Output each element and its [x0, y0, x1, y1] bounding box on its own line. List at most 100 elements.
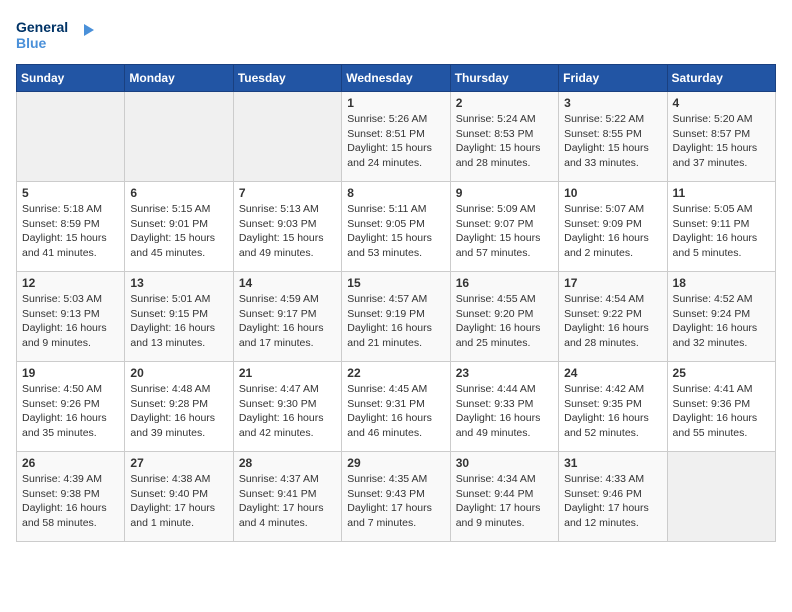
day-number: 1 [347, 96, 444, 110]
calendar-cell: 4 Sunrise: 5:20 AM Sunset: 8:57 PM Daylig… [667, 92, 775, 182]
calendar-cell: 24 Sunrise: 4:42 AM Sunset: 9:35 PM Dayli… [559, 362, 667, 452]
header-wednesday: Wednesday [342, 65, 450, 92]
calendar-cell: 31 Sunrise: 4:33 AM Sunset: 9:46 PM Dayli… [559, 452, 667, 542]
header-tuesday: Tuesday [233, 65, 341, 92]
day-info: Sunrise: 4:52 AM Sunset: 9:24 PM Dayligh… [673, 292, 770, 351]
day-number: 31 [564, 456, 661, 470]
day-info: Sunrise: 5:18 AM Sunset: 8:59 PM Dayligh… [22, 202, 119, 261]
day-number: 14 [239, 276, 336, 290]
day-number: 30 [456, 456, 553, 470]
calendar-cell: 14 Sunrise: 4:59 AM Sunset: 9:17 PM Dayli… [233, 272, 341, 362]
calendar-cell: 3 Sunrise: 5:22 AM Sunset: 8:55 PM Daylig… [559, 92, 667, 182]
day-number: 15 [347, 276, 444, 290]
logo: General Blue [16, 16, 96, 56]
logo-svg: General Blue [16, 16, 96, 56]
calendar-cell: 12 Sunrise: 5:03 AM Sunset: 9:13 PM Dayli… [17, 272, 125, 362]
calendar-cell: 17Sunrise: 4:54 AM Sunset: 9:22 PM Dayli… [559, 272, 667, 362]
day-number: 3 [564, 96, 661, 110]
calendar-cell: 30 Sunrise: 4:34 AM Sunset: 9:44 PM Dayli… [450, 452, 558, 542]
day-info: Sunrise: 4:35 AM Sunset: 9:43 PM Dayligh… [347, 472, 444, 531]
day-info: Sunrise: 4:33 AM Sunset: 9:46 PM Dayligh… [564, 472, 661, 531]
day-info: Sunrise: 5:03 AM Sunset: 9:13 PM Dayligh… [22, 292, 119, 351]
calendar-cell: 23Sunrise: 4:44 AM Sunset: 9:33 PM Dayli… [450, 362, 558, 452]
calendar-cell: 6 Sunrise: 5:15 AM Sunset: 9:01 PM Daylig… [125, 182, 233, 272]
day-info: Sunrise: 5:01 AM Sunset: 9:15 PM Dayligh… [130, 292, 227, 351]
calendar-cell: 22Sunrise: 4:45 AM Sunset: 9:31 PM Dayli… [342, 362, 450, 452]
calendar-cell: 10 Sunrise: 5:07 AM Sunset: 9:09 PM Dayli… [559, 182, 667, 272]
day-info: Sunrise: 4:39 AM Sunset: 9:38 PM Dayligh… [22, 472, 119, 531]
day-info: Sunrise: 5:24 AM Sunset: 8:53 PM Dayligh… [456, 112, 553, 171]
day-info: Sunrise: 4:41 AM Sunset: 9:36 PM Dayligh… [673, 382, 770, 441]
day-number: 11 [673, 186, 770, 200]
day-number: 20 [130, 366, 227, 380]
calendar-week-row: 19Sunrise: 4:50 AM Sunset: 9:26 PM Dayli… [17, 362, 776, 452]
header-friday: Friday [559, 65, 667, 92]
calendar-week-row: 26 Sunrise: 4:39 AM Sunset: 9:38 PM Dayli… [17, 452, 776, 542]
calendar-cell: 29 Sunrise: 4:35 AM Sunset: 9:43 PM Dayli… [342, 452, 450, 542]
calendar-cell [17, 92, 125, 182]
day-info: Sunrise: 4:59 AM Sunset: 9:17 PM Dayligh… [239, 292, 336, 351]
day-number: 25 [673, 366, 770, 380]
day-info: Sunrise: 5:15 AM Sunset: 9:01 PM Dayligh… [130, 202, 227, 261]
day-info: Sunrise: 5:13 AM Sunset: 9:03 PM Dayligh… [239, 202, 336, 261]
day-number: 26 [22, 456, 119, 470]
day-number: 9 [456, 186, 553, 200]
calendar-cell: 21Sunrise: 4:47 AM Sunset: 9:30 PM Dayli… [233, 362, 341, 452]
calendar-cell: 9 Sunrise: 5:09 AM Sunset: 9:07 PM Daylig… [450, 182, 558, 272]
header-monday: Monday [125, 65, 233, 92]
header-sunday: Sunday [17, 65, 125, 92]
svg-text:Blue: Blue [16, 35, 47, 51]
calendar-cell [125, 92, 233, 182]
day-number: 28 [239, 456, 336, 470]
calendar-cell: 2 Sunrise: 5:24 AM Sunset: 8:53 PM Daylig… [450, 92, 558, 182]
day-info: Sunrise: 5:11 AM Sunset: 9:05 PM Dayligh… [347, 202, 444, 261]
day-info: Sunrise: 4:34 AM Sunset: 9:44 PM Dayligh… [456, 472, 553, 531]
day-number: 24 [564, 366, 661, 380]
calendar-cell: 15Sunrise: 4:57 AM Sunset: 9:19 PM Dayli… [342, 272, 450, 362]
calendar-cell: 28 Sunrise: 4:37 AM Sunset: 9:41 PM Dayli… [233, 452, 341, 542]
page-header: General Blue [16, 16, 776, 56]
day-number: 2 [456, 96, 553, 110]
calendar-cell: 8Sunrise: 5:11 AM Sunset: 9:05 PM Daylig… [342, 182, 450, 272]
day-info: Sunrise: 4:42 AM Sunset: 9:35 PM Dayligh… [564, 382, 661, 441]
day-info: Sunrise: 5:05 AM Sunset: 9:11 PM Dayligh… [673, 202, 770, 261]
calendar-cell: 1 Sunrise: 5:26 AM Sunset: 8:51 PM Daylig… [342, 92, 450, 182]
day-info: Sunrise: 5:20 AM Sunset: 8:57 PM Dayligh… [673, 112, 770, 171]
calendar-cell: 20 Sunrise: 4:48 AM Sunset: 9:28 PM Dayli… [125, 362, 233, 452]
day-info: Sunrise: 4:47 AM Sunset: 9:30 PM Dayligh… [239, 382, 336, 441]
calendar-cell: 7Sunrise: 5:13 AM Sunset: 9:03 PM Daylig… [233, 182, 341, 272]
day-info: Sunrise: 5:22 AM Sunset: 8:55 PM Dayligh… [564, 112, 661, 171]
calendar-cell: 11 Sunrise: 5:05 AM Sunset: 9:11 PM Dayli… [667, 182, 775, 272]
day-number: 16 [456, 276, 553, 290]
calendar-cell: 5 Sunrise: 5:18 AM Sunset: 8:59 PM Daylig… [17, 182, 125, 272]
day-number: 19 [22, 366, 119, 380]
svg-text:General: General [16, 19, 68, 35]
day-number: 10 [564, 186, 661, 200]
day-number: 13 [130, 276, 227, 290]
day-info: Sunrise: 4:45 AM Sunset: 9:31 PM Dayligh… [347, 382, 444, 441]
day-info: Sunrise: 4:37 AM Sunset: 9:41 PM Dayligh… [239, 472, 336, 531]
day-info: Sunrise: 4:48 AM Sunset: 9:28 PM Dayligh… [130, 382, 227, 441]
calendar-week-row: 1 Sunrise: 5:26 AM Sunset: 8:51 PM Daylig… [17, 92, 776, 182]
day-number: 27 [130, 456, 227, 470]
calendar-cell [233, 92, 341, 182]
calendar-cell: 26 Sunrise: 4:39 AM Sunset: 9:38 PM Dayli… [17, 452, 125, 542]
day-number: 5 [22, 186, 119, 200]
calendar-table: SundayMondayTuesdayWednesdayThursdayFrid… [16, 64, 776, 542]
calendar-header-row: SundayMondayTuesdayWednesdayThursdayFrid… [17, 65, 776, 92]
day-number: 12 [22, 276, 119, 290]
day-info: Sunrise: 5:07 AM Sunset: 9:09 PM Dayligh… [564, 202, 661, 261]
day-info: Sunrise: 5:26 AM Sunset: 8:51 PM Dayligh… [347, 112, 444, 171]
day-number: 29 [347, 456, 444, 470]
day-number: 23 [456, 366, 553, 380]
day-number: 6 [130, 186, 227, 200]
day-info: Sunrise: 4:55 AM Sunset: 9:20 PM Dayligh… [456, 292, 553, 351]
calendar-week-row: 5 Sunrise: 5:18 AM Sunset: 8:59 PM Daylig… [17, 182, 776, 272]
day-info: Sunrise: 5:09 AM Sunset: 9:07 PM Dayligh… [456, 202, 553, 261]
calendar-cell: 25 Sunrise: 4:41 AM Sunset: 9:36 PM Dayli… [667, 362, 775, 452]
header-thursday: Thursday [450, 65, 558, 92]
day-number: 4 [673, 96, 770, 110]
day-number: 17 [564, 276, 661, 290]
day-info: Sunrise: 4:38 AM Sunset: 9:40 PM Dayligh… [130, 472, 227, 531]
calendar-cell: 13 Sunrise: 5:01 AM Sunset: 9:15 PM Dayli… [125, 272, 233, 362]
